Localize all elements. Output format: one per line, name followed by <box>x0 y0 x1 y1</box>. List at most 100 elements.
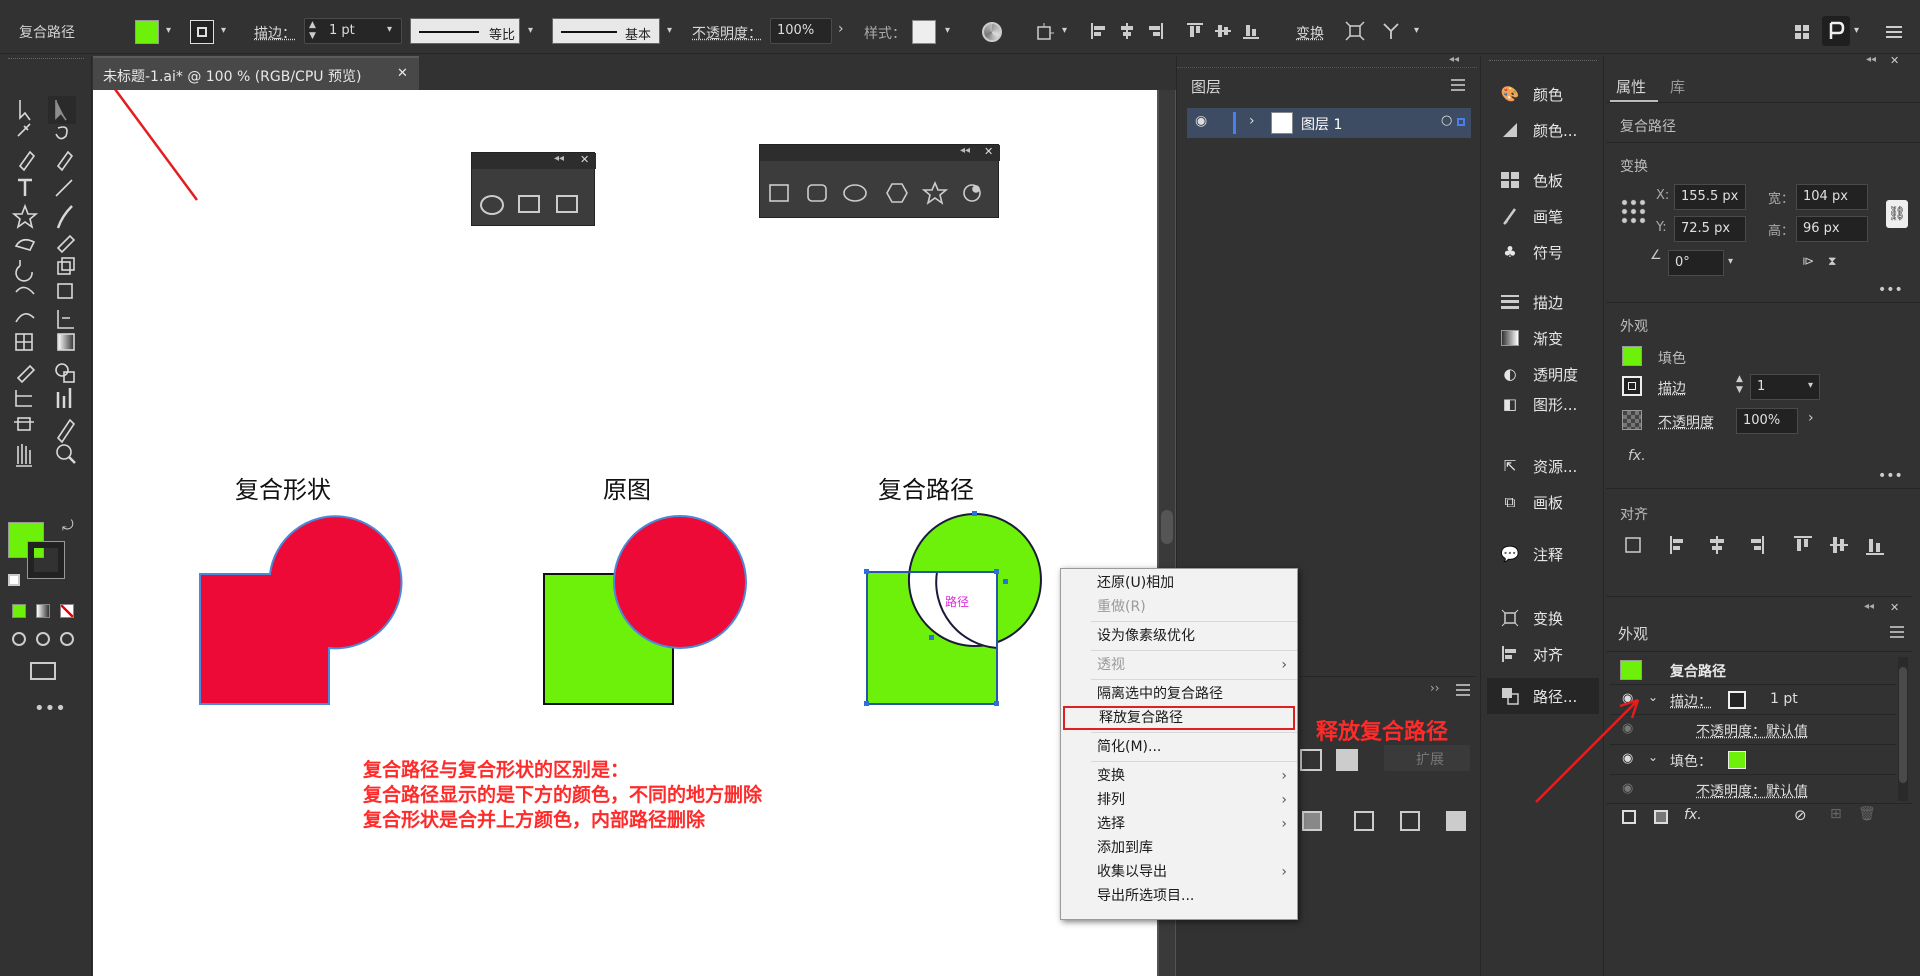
panel-menu-icon[interactable] <box>1449 76 1467 94</box>
opacity-arrow-icon[interactable]: › <box>1808 410 1814 426</box>
scroll-thumb[interactable] <box>1161 510 1173 544</box>
angle-field[interactable]: 0° <box>1668 250 1724 276</box>
opacity-label[interactable]: 不透明度： <box>692 23 762 43</box>
stroke-swatch[interactable] <box>1622 376 1642 396</box>
menu-item-isolate[interactable]: 隔离选中的复合路径 <box>1061 682 1297 706</box>
layer-name[interactable]: 图层 1 <box>1301 114 1342 134</box>
angle-dropdown-icon[interactable]: ▾ <box>1728 256 1733 267</box>
stroke-weight-field[interactable]: ▲ ▼ 1 pt ▾ <box>304 18 402 44</box>
x-field[interactable]: 155.5 px <box>1674 184 1746 210</box>
menu-item-transform[interactable]: 变换 › <box>1061 764 1297 788</box>
dock-color[interactable]: 🎨 颜色 <box>1487 76 1599 112</box>
arrange-documents-icon[interactable] <box>1790 20 1814 44</box>
workspace-switcher-icon[interactable] <box>1822 16 1850 46</box>
recolor-icon[interactable] <box>982 22 1002 42</box>
menu-item-simplify[interactable]: 简化(M)... <box>1061 735 1297 759</box>
puppet-dropdown-icon[interactable]: ▾ <box>1414 25 1419 36</box>
opacity-value[interactable]: 100% <box>777 23 814 38</box>
transform-dropdown-icon[interactable]: ▾ <box>1062 25 1067 36</box>
visibility-eye-icon[interactable]: ◉ <box>1195 113 1207 129</box>
original-art[interactable] <box>543 515 747 705</box>
transform-reference-icon[interactable] <box>1032 20 1062 44</box>
exclude-icon[interactable] <box>1300 749 1322 771</box>
graphic-style-swatch[interactable] <box>912 20 936 44</box>
menu-item-pixel-optimize[interactable]: 设为像素级优化 <box>1061 624 1297 648</box>
add-stroke-icon[interactable] <box>1622 810 1636 824</box>
menu-item-arrange[interactable]: 排列 › <box>1061 788 1297 812</box>
expand-button[interactable]: 扩展 <box>1384 745 1470 771</box>
minus-back-icon[interactable] <box>1336 749 1358 771</box>
menu-item-perspective[interactable]: 透视 › <box>1061 653 1297 677</box>
duplicate-item-icon[interactable]: ⊞ <box>1830 806 1842 822</box>
draw-inside-icon[interactable] <box>60 632 74 646</box>
artboard[interactable]: ◂◂ ✕ ◂◂ ✕ 复合形状 原图 复合路径 路径 复合路径与复合形状的区别是：… <box>93 90 1157 976</box>
menu-item-redo[interactable]: 重做(R) <box>1061 595 1297 619</box>
stroke-swatch[interactable] <box>190 20 214 44</box>
close-icon[interactable]: ✕ <box>1890 54 1899 67</box>
flip-horizontal-icon[interactable]: ⧐ <box>1802 254 1814 268</box>
color-mode-icon[interactable] <box>12 604 26 618</box>
layer-row[interactable]: ◉ › 图层 1 ○ <box>1187 108 1471 138</box>
dock-brushes[interactable]: 画笔 <box>1487 198 1599 234</box>
tools-panel-grip[interactable] <box>8 58 84 64</box>
stroke-dropdown-icon[interactable]: ▾ <box>221 25 226 36</box>
collapse-icon[interactable]: ›› <box>1430 681 1440 695</box>
stroke-weight-label[interactable]: 描边： <box>254 23 296 43</box>
menu-item-export-selection[interactable]: 导出所选项目... <box>1061 884 1297 908</box>
direct-selection-tool[interactable] <box>48 96 76 124</box>
gradient-mode-icon[interactable] <box>36 604 50 618</box>
selection-tool[interactable] <box>12 96 40 124</box>
target-icon[interactable]: ○ <box>1441 113 1452 128</box>
appearance-tab[interactable]: 外观 <box>1610 617 1670 649</box>
compound-shape-art[interactable] <box>199 515 403 705</box>
style-dropdown-icon[interactable]: ▾ <box>945 25 950 36</box>
collapse-icon[interactable]: ◂◂ <box>1864 601 1874 612</box>
stroke-weight-dropdown-icon[interactable]: ▾ <box>387 24 392 35</box>
document-tab[interactable]: 未标题-1.ai* @ 100 % (RGB/CPU 预览) ✕ <box>93 56 419 90</box>
align-bottom-icon[interactable] <box>1238 18 1264 44</box>
more-options-icon[interactable]: ••• <box>1878 282 1903 298</box>
puppet-warp-icon[interactable] <box>1378 18 1404 44</box>
dock-color-guide[interactable]: 颜色... <box>1487 112 1599 148</box>
add-fill-icon[interactable] <box>1654 810 1668 824</box>
close-icon[interactable]: ✕ <box>1890 601 1899 614</box>
dock-artboards[interactable]: ⧉ 画板 <box>1487 484 1599 520</box>
delete-item-icon[interactable]: 🗑 <box>1858 806 1876 822</box>
brush-dropdown-icon[interactable]: ▾ <box>667 25 672 36</box>
swap-colors-icon[interactable]: ⤾ <box>62 518 74 534</box>
merge-icon[interactable] <box>1400 811 1420 831</box>
screen-mode-icon[interactable] <box>30 662 56 680</box>
selection-indicator[interactable] <box>1457 118 1465 126</box>
width-field[interactable]: 104 px <box>1796 184 1868 210</box>
isolate-icon[interactable] <box>1342 18 1368 44</box>
variable-width-profile[interactable]: 等比 <box>410 18 520 44</box>
trim-icon[interactable] <box>1354 811 1374 831</box>
crop-icon[interactable] <box>1446 811 1466 831</box>
stroke-swatch[interactable] <box>1728 691 1746 709</box>
dock-stroke[interactable]: 描边 <box>1487 284 1599 320</box>
more-tools-icon[interactable]: ••• <box>34 698 66 719</box>
layers-tab[interactable]: 图层 <box>1187 70 1247 102</box>
dock-comments[interactable]: 💬 注释 <box>1487 536 1599 572</box>
align-top-icon[interactable] <box>1182 18 1208 44</box>
stroke-weight-value[interactable]: 1 pt <box>329 23 355 38</box>
collapse-icon[interactable]: ◂◂ <box>1449 54 1459 65</box>
opacity-label[interactable]: 不透明度 <box>1658 412 1714 432</box>
dock-symbols[interactable]: ♣ 符号 <box>1487 234 1599 270</box>
menu-item-collect-for-export[interactable]: 收集以导出 › <box>1061 860 1297 884</box>
dock-swatches[interactable]: 色板 <box>1487 162 1599 198</box>
panel-menu-icon[interactable] <box>1454 681 1472 699</box>
fill-swatch[interactable] <box>135 20 159 44</box>
stroke-stepper-icon[interactable]: ▲ ▼ <box>1736 374 1743 396</box>
constrain-proportions-icon[interactable]: ⛓ <box>1886 200 1908 228</box>
profile-dropdown-icon[interactable]: ▾ <box>528 25 533 36</box>
dock-align[interactable]: 对齐 <box>1487 636 1599 672</box>
dock-graphic-styles[interactable]: ◧ 图形... <box>1487 386 1599 422</box>
menu-item-add-to-library[interactable]: 添加到库 <box>1061 836 1297 860</box>
fill-swatch[interactable] <box>1622 346 1642 366</box>
y-field[interactable]: 72.5 px <box>1674 216 1746 242</box>
appearance-scrollbar[interactable] <box>1898 657 1908 801</box>
brush-definition[interactable]: 基本 <box>552 18 660 44</box>
more-options-icon[interactable]: ••• <box>1878 468 1903 484</box>
tab-properties[interactable]: 属性 <box>1610 70 1658 102</box>
